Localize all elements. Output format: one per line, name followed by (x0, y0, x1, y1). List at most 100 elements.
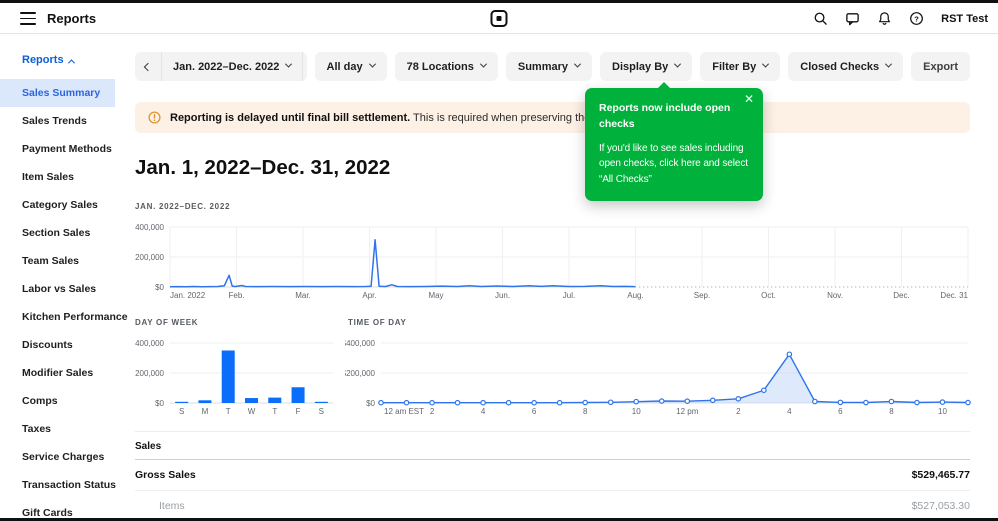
sidebar-item-section-sales[interactable]: Section Sales (0, 219, 115, 247)
chevron-up-icon (67, 59, 75, 67)
header-actions: ? RST Test (813, 3, 988, 34)
tooltip-title: Reports now include open checks (599, 102, 731, 130)
sidebar-item-sales-summary[interactable]: Sales Summary (0, 79, 115, 107)
svg-text:12 am EST: 12 am EST (384, 407, 424, 416)
svg-text:Jan. 2022: Jan. 2022 (170, 291, 206, 300)
svg-text:May: May (428, 291, 443, 300)
svg-text:6: 6 (838, 407, 843, 416)
svg-text:$0: $0 (155, 283, 164, 292)
svg-text:Feb.: Feb. (228, 291, 244, 300)
date-range-dropdown[interactable]: Jan. 2022–Dec. 2022 (161, 52, 303, 81)
messages-icon[interactable] (845, 11, 860, 26)
date-range-label: Jan. 2022–Dec. 2022 (173, 60, 280, 73)
svg-text:$200,000: $200,000 (135, 253, 165, 262)
report-toolbar: Jan. 2022–Dec. 2022 All day 78 Locations S… (135, 52, 970, 81)
sales-summary-table: Sales Gross Sales $529,465.77 Items $527,05… (135, 431, 970, 521)
sidebar-item-modifier-sales[interactable]: Modifier Sales (0, 359, 115, 387)
close-icon[interactable]: ✕ (744, 93, 754, 105)
table-section-header: Sales (135, 432, 970, 460)
top-bar: Reports ? RST Test (0, 3, 998, 34)
svg-text:6: 6 (532, 407, 537, 416)
svg-text:$0: $0 (366, 399, 375, 408)
svg-text:Mar.: Mar. (295, 291, 311, 300)
svg-text:?: ? (914, 14, 919, 23)
sidebar-item-sales-trends[interactable]: Sales Trends (0, 107, 115, 135)
sidebar-item-category-sales[interactable]: Category Sales (0, 191, 115, 219)
export-button[interactable]: Export (911, 52, 970, 81)
monthly-sales-chart: $400,000 $200,000 $0 Jan. 2022 Feb. Mar. Apr. M… (135, 223, 969, 300)
svg-text:Dec. 31: Dec. 31 (940, 291, 968, 300)
table-row-items[interactable]: Items $527,053.30 (135, 491, 970, 521)
chevron-down-icon (285, 60, 293, 68)
sidebar-item-kitchen-performance[interactable]: Kitchen Performance (0, 303, 128, 331)
time-of-day-chart: $400,000 $200,000 $0 12 am EST 2 4 6 8 10 12 pm 2 4… (345, 339, 971, 416)
help-icon[interactable]: ? (909, 11, 924, 26)
page-title: Jan. 1, 2022–Dec. 31, 2022 (135, 156, 391, 179)
chevron-left-icon (143, 62, 153, 71)
svg-text:W: W (248, 407, 256, 416)
svg-text:S: S (319, 407, 324, 416)
svg-text:8: 8 (583, 407, 588, 416)
sidebar-item-discounts[interactable]: Discounts (0, 331, 115, 359)
tooltip-body: If you'd like to see sales including ope… (599, 142, 748, 185)
svg-text:$0: $0 (155, 399, 164, 408)
svg-text:T: T (226, 407, 231, 416)
filter-button-closed-checks[interactable]: Closed Checks (788, 52, 904, 81)
svg-text:Aug.: Aug. (627, 291, 643, 300)
svg-text:2: 2 (430, 407, 435, 416)
square-logo-icon[interactable] (490, 10, 508, 27)
svg-text:Sep.: Sep. (694, 291, 710, 300)
sidebar-item-item-sales[interactable]: Item Sales (0, 163, 115, 191)
svg-text:F: F (296, 407, 301, 416)
sidebar-item-payment-methods[interactable]: Payment Methods (0, 135, 115, 163)
filter-button-display-by[interactable]: Display By (600, 52, 693, 81)
chevron-down-icon (674, 60, 682, 68)
table-rows: Gross Sales $529,465.77 Items $527,053.30 (135, 460, 970, 521)
chevron-down-icon (762, 60, 770, 68)
table-row-gross-sales[interactable]: Gross Sales $529,465.77 (135, 460, 970, 491)
chevron-down-icon (573, 60, 582, 68)
sidebar-item-transaction-status[interactable]: Transaction Status (0, 471, 116, 499)
chevron-down-icon (885, 60, 893, 68)
account-name[interactable]: RST Test (941, 13, 988, 25)
svg-text:$400,000: $400,000 (135, 339, 165, 348)
filter-button-78-locations[interactable]: 78 Locations (394, 52, 498, 81)
notifications-bell-icon[interactable] (877, 11, 892, 26)
open-checks-tooltip: ✕ Reports now include open checks If you… (585, 82, 763, 201)
monthly-chart-label: JAN. 2022–DEC. 2022 (135, 202, 231, 211)
search-icon[interactable] (813, 11, 828, 26)
day-of-week-chart-label: DAY OF WEEK (135, 318, 199, 327)
delayed-reporting-banner: Reporting is delayed until final bill se… (135, 102, 970, 133)
svg-text:Oct.: Oct. (761, 291, 776, 300)
day-of-week-chart: $400,000 $200,000 $0 S M T W T F S (135, 339, 333, 416)
svg-text:12 pm: 12 pm (676, 407, 699, 416)
next-period-button[interactable] (302, 52, 306, 81)
app-window: Reports ? RST Test Reports Sales Summary… (0, 0, 998, 521)
filter-button-all-day[interactable]: All day (314, 52, 387, 81)
chevron-down-icon (479, 60, 487, 68)
chevron-down-icon (368, 60, 376, 68)
hamburger-menu-icon[interactable] (20, 12, 36, 25)
svg-text:8: 8 (889, 407, 894, 416)
banner-text-bold: Reporting is delayed until final bill se… (170, 111, 411, 124)
app-title: Reports (47, 11, 97, 26)
svg-text:T: T (272, 407, 277, 416)
sidebar-section-reports[interactable]: Reports (22, 54, 115, 67)
sidebar-item-team-sales[interactable]: Team Sales (0, 247, 115, 275)
svg-text:$400,000: $400,000 (135, 223, 165, 232)
sidebar-item-labor-vs-sales[interactable]: Labor vs Sales (0, 275, 115, 303)
filter-button-filter-by[interactable]: Filter By (700, 52, 781, 81)
filter-button-summary[interactable]: Summary (505, 52, 593, 81)
svg-text:Dec.: Dec. (893, 291, 909, 300)
svg-text:Nov.: Nov. (827, 291, 843, 300)
sidebar-item-comps[interactable]: Comps (0, 387, 115, 415)
prev-period-button[interactable] (135, 52, 161, 81)
window-top-edge (0, 0, 998, 3)
sidebar-item-taxes[interactable]: Taxes (0, 415, 115, 443)
warning-icon (148, 111, 161, 124)
time-of-day-chart-label: TIME OF DAY (348, 318, 407, 327)
svg-text:Apr.: Apr. (362, 291, 376, 300)
sidebar-section-label: Reports (22, 54, 64, 66)
sidebar-item-service-charges[interactable]: Service Charges (0, 443, 115, 471)
sidebar-nav-list: Sales Summary Sales Trends Payment Methods… (0, 79, 128, 521)
